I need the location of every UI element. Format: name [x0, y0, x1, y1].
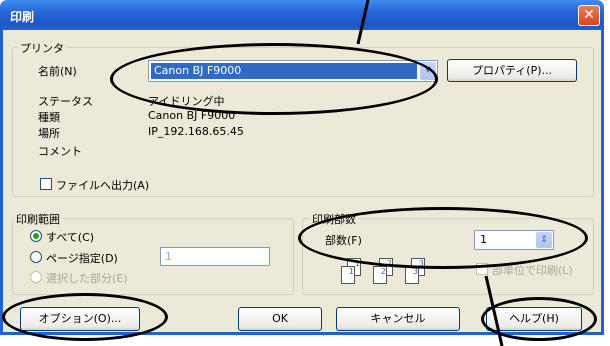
- annotation-line-top: [356, 0, 370, 45]
- annotation-lines: [356, 0, 504, 346]
- annotation-line-bottom: [484, 275, 504, 346]
- print-dialog: 印刷 ✕ プリンタ 名前(N) Canon BJ F9000 ▼ プロパティ(P…: [0, 0, 610, 346]
